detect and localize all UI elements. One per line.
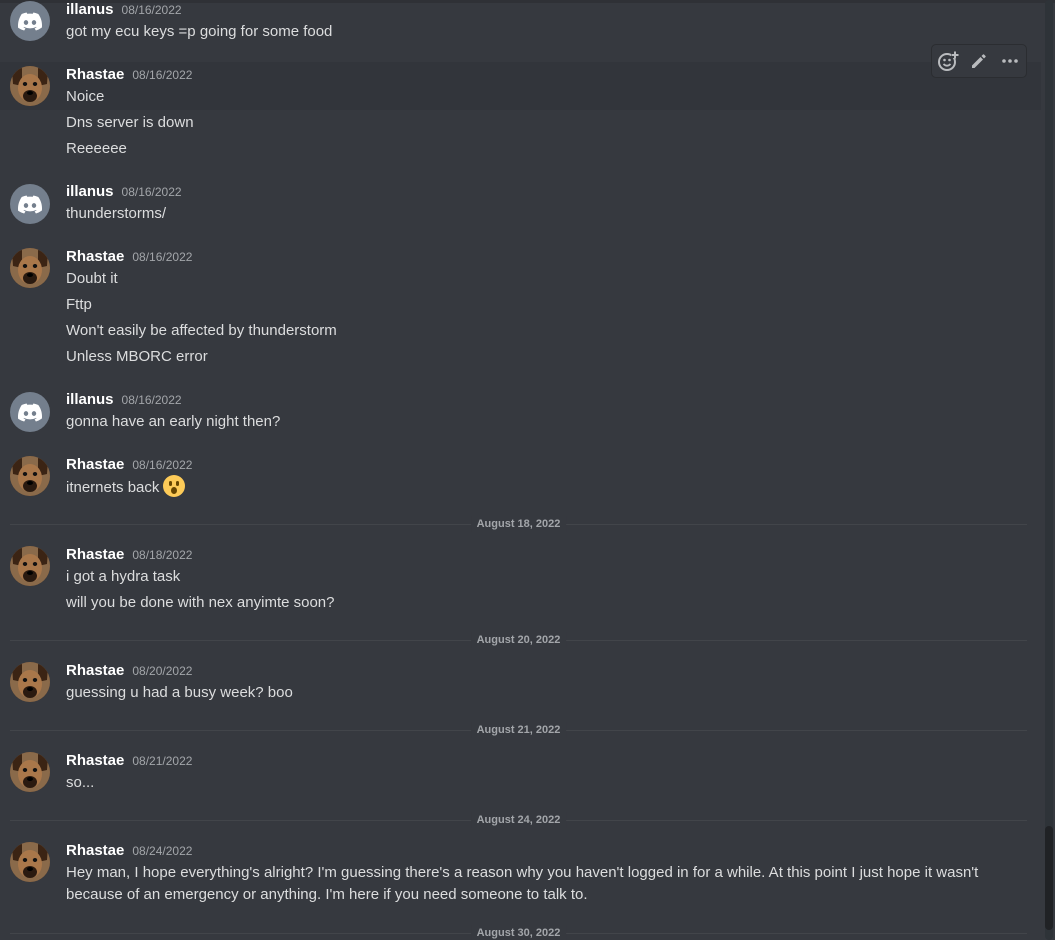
message-header: Rhastae 08/16/2022 (66, 248, 192, 265)
message-text: Dns server is down (66, 114, 194, 131)
message-list[interactable]: illanus 08/16/2022 got my ecu keys =p go… (0, 0, 1041, 940)
avatar[interactable] (10, 546, 50, 586)
message-text: got my ecu keys =p going for some food (66, 23, 333, 40)
message-text: so... (66, 774, 95, 791)
timestamp[interactable]: 08/16/2022 (122, 185, 182, 199)
timestamp[interactable]: 08/21/2022 (132, 754, 192, 768)
message-header: illanus 08/16/2022 (66, 1, 182, 18)
avatar[interactable] (10, 842, 50, 882)
timestamp[interactable]: 08/16/2022 (132, 68, 192, 82)
discord-icon (18, 12, 42, 30)
avatar[interactable] (10, 392, 50, 432)
date-divider-label: August 30, 2022 (470, 925, 567, 940)
message-header: Rhastae 08/21/2022 (66, 752, 192, 769)
message-text: i got a hydra task (66, 568, 181, 585)
message-text: will you be done with nex anyimte soon? (66, 594, 335, 611)
message-text: Doubt it (66, 270, 118, 287)
dog-avatar-image (10, 66, 50, 106)
avatar[interactable] (10, 184, 50, 224)
message-header: Rhastae 08/16/2022 (66, 66, 192, 83)
dog-avatar-image (10, 842, 50, 882)
date-divider: August 18, 2022 (10, 516, 1027, 532)
message-header: Rhastae 08/16/2022 (66, 456, 192, 473)
message-group: illanus 08/16/2022 got my ecu keys =p go… (0, 0, 1041, 50)
add-reaction-button[interactable] (934, 47, 962, 75)
edit-message-button[interactable] (965, 47, 993, 75)
message-text: thunderstorms/ (66, 205, 167, 222)
avatar[interactable] (10, 66, 50, 106)
timestamp[interactable]: 08/18/2022 (132, 548, 192, 562)
hushed-face-emoji[interactable] (163, 475, 186, 497)
username[interactable]: Rhastae (66, 66, 124, 83)
avatar[interactable] (10, 662, 50, 702)
dog-avatar-image (10, 248, 50, 288)
username[interactable]: Rhastae (66, 456, 124, 473)
timestamp[interactable]: 08/16/2022 (122, 3, 182, 17)
message-text: Hey man, I hope everything's alright? I'… (66, 864, 979, 903)
discord-icon (18, 403, 42, 421)
timestamp[interactable]: 08/16/2022 (132, 458, 192, 472)
dog-avatar-image (10, 456, 50, 496)
message-text: guessing u had a busy week? boo (66, 684, 293, 701)
dog-avatar-image (10, 546, 50, 586)
timestamp[interactable]: 08/24/2022 (132, 844, 192, 858)
username[interactable]: illanus (66, 391, 114, 408)
date-divider: August 30, 2022 (10, 925, 1027, 940)
username[interactable]: Rhastae (66, 546, 124, 563)
message-header: Rhastae 08/20/2022 (66, 662, 192, 679)
timestamp[interactable]: 08/16/2022 (132, 250, 192, 264)
timestamp[interactable]: 08/20/2022 (132, 664, 192, 678)
add-reaction-icon (937, 51, 959, 71)
message-group: Rhastae 08/16/2022 Noice Dns server is d… (0, 62, 1041, 172)
message-header: illanus 08/16/2022 (66, 391, 182, 408)
date-divider: August 20, 2022 (10, 632, 1027, 648)
message-group: Rhastae 08/16/2022 Doubt it Fttp Won't e… (0, 244, 1041, 374)
message-text: Reeeeee (66, 140, 127, 157)
message-text: Unless MBORC error (66, 348, 208, 365)
message-text-content: itnernets back (66, 478, 160, 496)
message-header: Rhastae 08/24/2022 (66, 842, 192, 859)
message-action-toolbar (931, 44, 1027, 78)
avatar[interactable] (10, 456, 50, 496)
dog-avatar-image (10, 662, 50, 702)
message-group: Rhastae 08/21/2022 so... (0, 748, 1041, 803)
username[interactable]: Rhastae (66, 752, 124, 769)
date-divider-label: August 24, 2022 (470, 812, 567, 828)
message-header: illanus 08/16/2022 (66, 183, 182, 200)
username[interactable]: illanus (66, 183, 114, 200)
message-text: Fttp (66, 296, 92, 313)
message-header: Rhastae 08/18/2022 (66, 546, 192, 563)
message-text: Noice (66, 88, 105, 105)
avatar[interactable] (10, 752, 50, 792)
username[interactable]: Rhastae (66, 842, 124, 859)
dog-avatar-image (10, 752, 50, 792)
more-options-button[interactable] (996, 47, 1024, 75)
date-divider: August 24, 2022 (10, 812, 1027, 828)
message-group: Rhastae 08/24/2022 Hey man, I hope every… (0, 838, 1041, 918)
edit-icon (971, 54, 986, 68)
date-divider-label: August 20, 2022 (470, 632, 567, 648)
message-text: gonna have an early night then? (66, 413, 281, 430)
message-group: illanus 08/16/2022 thunderstorms/ (0, 180, 1041, 230)
message-text: itnernets back (66, 475, 186, 499)
avatar[interactable] (10, 1, 50, 41)
discord-icon (18, 195, 42, 213)
avatar[interactable] (10, 248, 50, 288)
username[interactable]: Rhastae (66, 662, 124, 679)
more-options-icon (1002, 59, 1019, 63)
username[interactable]: illanus (66, 1, 114, 18)
date-divider-label: August 18, 2022 (470, 516, 567, 532)
message-group: Rhastae 08/20/2022 guessing u had a busy… (0, 658, 1041, 713)
timestamp[interactable]: 08/16/2022 (122, 393, 182, 407)
date-divider: August 21, 2022 (10, 722, 1027, 738)
message-group: Rhastae 08/18/2022 i got a hydra task wi… (0, 542, 1041, 622)
date-divider-label: August 21, 2022 (470, 722, 567, 738)
message-text: Won't easily be affected by thunderstorm (66, 322, 337, 339)
username[interactable]: Rhastae (66, 248, 124, 265)
scrollbar-thumb[interactable] (1045, 826, 1053, 930)
scrollbar-track[interactable] (1045, 0, 1053, 940)
message-group: illanus 08/16/2022 gonna have an early n… (0, 388, 1041, 438)
message-group: Rhastae 08/16/2022 itnernets back (0, 452, 1041, 507)
